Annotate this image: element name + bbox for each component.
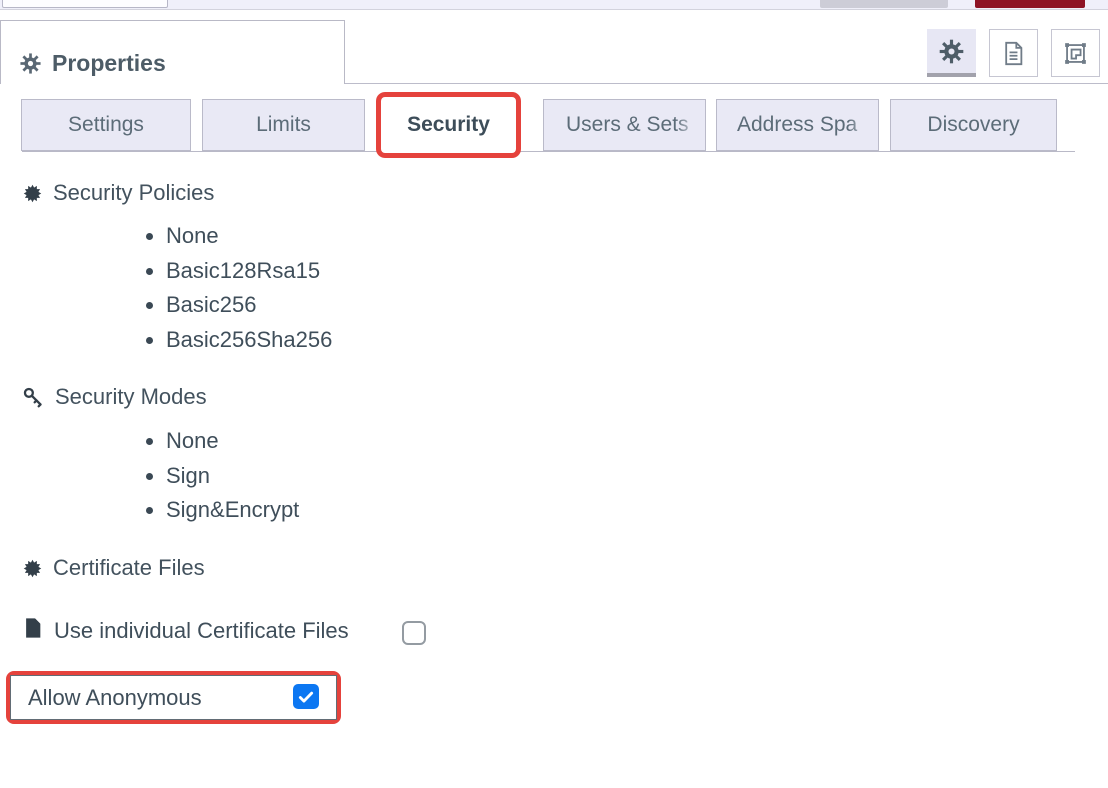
use-individual-certificate-files-row: Use individual Certificate Files xyxy=(22,617,349,645)
tab-security[interactable]: Security xyxy=(381,97,516,153)
tab-address-space[interactable]: Address Spa xyxy=(716,99,879,151)
tab-label: Address Spa xyxy=(737,113,857,137)
security-policies-header: Security Policies xyxy=(22,180,214,206)
gear-icon xyxy=(938,38,965,65)
use-individual-certificate-files-checkbox[interactable] xyxy=(402,621,426,645)
header-divider xyxy=(345,83,1108,84)
top-partial-field xyxy=(2,0,168,8)
seal-icon xyxy=(22,183,43,204)
list-item: Sign&Encrypt xyxy=(145,493,299,528)
group-select-icon xyxy=(1062,40,1089,67)
section-title: Certificate Files xyxy=(53,555,205,581)
top-partial-gray-button[interactable] xyxy=(820,0,948,8)
certificate-files-header: Certificate Files xyxy=(22,555,205,581)
seal-icon xyxy=(22,558,43,579)
key-icon xyxy=(22,386,45,409)
list-item: None xyxy=(145,424,299,459)
file-icon xyxy=(22,617,44,645)
tab-label: Discovery xyxy=(927,113,1019,137)
document-icon xyxy=(1000,40,1027,67)
properties-panel: Properties xyxy=(0,0,1108,788)
list-item: None xyxy=(145,219,332,254)
allow-anonymous-label: Allow Anonymous xyxy=(28,685,202,711)
section-title: Security Policies xyxy=(53,180,214,206)
list-item: Sign xyxy=(145,459,299,494)
tabstrip-baseline xyxy=(22,151,1075,152)
tab-label: Users & Sets xyxy=(566,113,689,137)
allow-anonymous-checkbox[interactable] xyxy=(293,684,319,709)
panel-title: Properties xyxy=(52,50,166,77)
top-partial-red-button[interactable] xyxy=(975,0,1085,8)
security-policies-list: None Basic128Rsa15 Basic256 Basic256Sha2… xyxy=(145,219,332,357)
top-chrome-strip xyxy=(0,0,1108,9)
tab-label: Security xyxy=(407,113,490,137)
tab-settings[interactable]: Settings xyxy=(21,99,191,151)
tab-users-settings[interactable]: Users & Sets xyxy=(543,99,706,151)
toolbar-properties-button[interactable] xyxy=(927,29,976,77)
use-individual-certificate-files-label: Use individual Certificate Files xyxy=(54,618,349,644)
list-item: Basic256Sha256 xyxy=(145,323,332,358)
panel-title-row: Properties xyxy=(19,50,166,77)
tab-label: Limits xyxy=(256,113,311,137)
list-item: Basic128Rsa15 xyxy=(145,254,332,289)
security-modes-header: Security Modes xyxy=(22,384,207,410)
allow-anonymous-annotation: Allow Anonymous xyxy=(6,671,341,724)
panel-header: Properties xyxy=(0,9,1108,74)
security-modes-list: None Sign Sign&Encrypt xyxy=(145,424,299,528)
tab-label: Settings xyxy=(68,113,144,137)
list-item: Basic256 xyxy=(145,288,332,323)
tab-strip: Settings Limits Security Users & Sets Ad… xyxy=(0,92,1108,162)
toolbar-document-button[interactable] xyxy=(989,29,1038,77)
section-title: Security Modes xyxy=(55,384,207,410)
properties-header-tab: Properties xyxy=(0,20,345,84)
checkmark-icon xyxy=(296,687,316,707)
header-toolbar xyxy=(927,29,1100,77)
gear-icon xyxy=(19,52,42,75)
tab-discovery[interactable]: Discovery xyxy=(890,99,1057,151)
security-tab-annotation: Security xyxy=(376,92,521,158)
toolbar-group-select-button[interactable] xyxy=(1051,29,1100,77)
tab-limits[interactable]: Limits xyxy=(202,99,365,151)
